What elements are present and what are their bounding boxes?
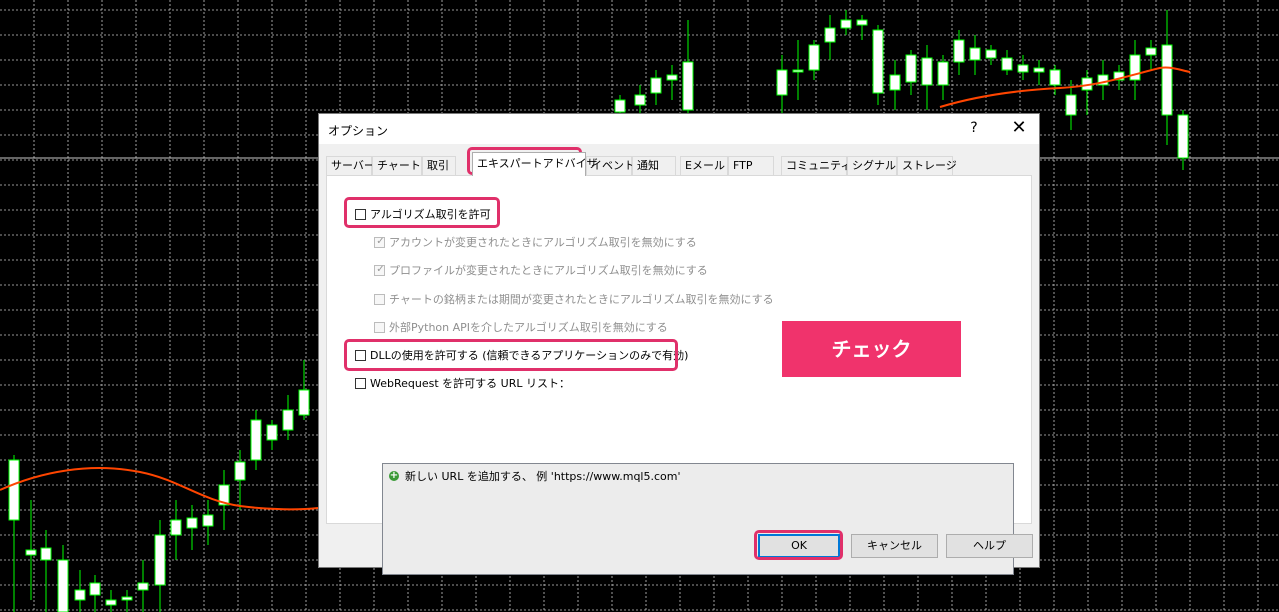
- candle-body: [40, 547, 52, 561]
- cancel-button[interactable]: キャンセル: [851, 534, 938, 558]
- tab-storage[interactable]: ストレージ: [897, 156, 957, 175]
- ok-highlight: [754, 530, 843, 560]
- candle-body: [650, 77, 662, 94]
- tab-expert-advisor[interactable]: エキスパートアドバイザ: [472, 152, 598, 176]
- candle-body: [282, 409, 294, 431]
- candle-body: [1145, 47, 1157, 56]
- tab-email[interactable]: Eメール: [680, 156, 728, 175]
- dll-highlight: [344, 339, 678, 371]
- algo-trading-highlight: [344, 197, 500, 228]
- candle-body: [856, 19, 868, 26]
- sub-option-label: 外部Python APIを介したアルゴリズム取引を無効にする: [389, 321, 668, 334]
- candle-body: [1161, 44, 1173, 116]
- expert-advisor-panel: アルゴリズム取引を許可 ✓ アカウントが変更されたときにアルゴリズム取引を無効に…: [326, 175, 1032, 575]
- tab-trade[interactable]: 取引: [422, 156, 456, 175]
- candle-body: [776, 69, 788, 96]
- tab-notifications[interactable]: 通知: [632, 156, 676, 175]
- title-bar: オプション ? ✕: [319, 114, 1039, 144]
- candle-body: [57, 559, 69, 612]
- candle-body: [121, 596, 133, 601]
- candle-body: [170, 519, 182, 536]
- tab-server[interactable]: サーバー: [326, 156, 375, 175]
- candle-body: [154, 534, 166, 586]
- disable-on-symbol-change-checkbox: [374, 293, 385, 305]
- candle-body: [186, 517, 198, 529]
- webrequest-checkbox[interactable]: [355, 377, 366, 389]
- webrequest-label: WebRequest を許可する URL リスト：: [370, 377, 570, 390]
- disable-via-python-api-checkbox: [374, 321, 385, 333]
- candle-body: [937, 61, 949, 86]
- options-dialog: オプション ? ✕ サーバー チャート 取引 エキスパートアドバイザ イベント …: [318, 113, 1040, 575]
- candle-body: [953, 39, 965, 63]
- candle-body: [250, 419, 262, 461]
- add-url-item[interactable]: + 新しい URL を追加する、 例 'https://www.mql5.com…: [389, 468, 681, 484]
- candle-body: [202, 514, 214, 527]
- candle-body: [985, 49, 997, 59]
- check-annotation-badge: チェック: [782, 321, 961, 377]
- candle-body: [137, 582, 149, 591]
- sub-option-row: チャートの銘柄または期間が変更されたときにアルゴリズム取引を無効にする: [374, 291, 774, 307]
- candle-body: [792, 69, 804, 73]
- candle-body: [25, 549, 37, 556]
- candle-body: [89, 582, 101, 596]
- candle-body: [1065, 94, 1077, 116]
- candle-body: [872, 29, 884, 94]
- tab-chart[interactable]: チャート: [372, 156, 422, 175]
- candle-body: [105, 599, 117, 606]
- candle-body: [1049, 69, 1061, 86]
- tab-signals[interactable]: シグナル: [847, 156, 897, 175]
- candle-body: [298, 389, 310, 416]
- candle-body: [614, 99, 626, 113]
- candle-body: [74, 589, 86, 601]
- candle-body: [840, 19, 852, 29]
- candle-body: [1017, 64, 1029, 73]
- candle-body: [824, 27, 836, 43]
- sub-option-label: アカウントが変更されたときにアルゴリズム取引を無効にする: [389, 236, 697, 249]
- webrequest-row[interactable]: WebRequest を許可する URL リスト：: [355, 375, 570, 391]
- tab-ftp[interactable]: FTP: [728, 156, 774, 175]
- dialog-title: オプション: [328, 124, 389, 138]
- close-icon[interactable]: ✕: [1007, 117, 1031, 139]
- add-url-label: 新しい URL を追加する、 例 'https://www.mql5.com': [405, 470, 681, 483]
- candle-body: [921, 57, 933, 86]
- candle-body: [808, 44, 820, 71]
- candle-body: [634, 94, 646, 106]
- help-button[interactable]: ヘルプ: [946, 534, 1033, 558]
- add-plus-icon: +: [389, 470, 399, 481]
- candle-body: [666, 74, 678, 81]
- candle-body: [905, 54, 917, 83]
- candle-body: [234, 461, 246, 481]
- tab-community[interactable]: コミュニティー: [781, 156, 862, 175]
- help-question-icon[interactable]: ?: [964, 117, 984, 139]
- candle-body: [1033, 67, 1045, 73]
- candle-body: [889, 74, 901, 91]
- url-listbox[interactable]: + 新しい URL を追加する、 例 'https://www.mql5.com…: [382, 463, 1014, 575]
- sub-option-label: チャートの銘柄または期間が変更されたときにアルゴリズム取引を無効にする: [389, 293, 774, 306]
- disable-on-profile-change-checkbox: ✓: [374, 264, 385, 276]
- candle-body: [266, 424, 278, 441]
- candle-body: [969, 47, 981, 61]
- sub-option-row: 外部Python APIを介したアルゴリズム取引を無効にする: [374, 319, 668, 335]
- disable-on-account-change-checkbox: ✓: [374, 236, 385, 248]
- sub-option-label: プロファイルが変更されたときにアルゴリズム取引を無効にする: [389, 264, 708, 277]
- sub-option-row: ✓ プロファイルが変更されたときにアルゴリズム取引を無効にする: [374, 262, 708, 278]
- candle-body: [1177, 114, 1189, 159]
- candle-body: [682, 61, 694, 111]
- candle-body: [1001, 57, 1013, 71]
- sub-option-row: ✓ アカウントが変更されたときにアルゴリズム取引を無効にする: [374, 234, 697, 250]
- candle-body: [8, 459, 20, 521]
